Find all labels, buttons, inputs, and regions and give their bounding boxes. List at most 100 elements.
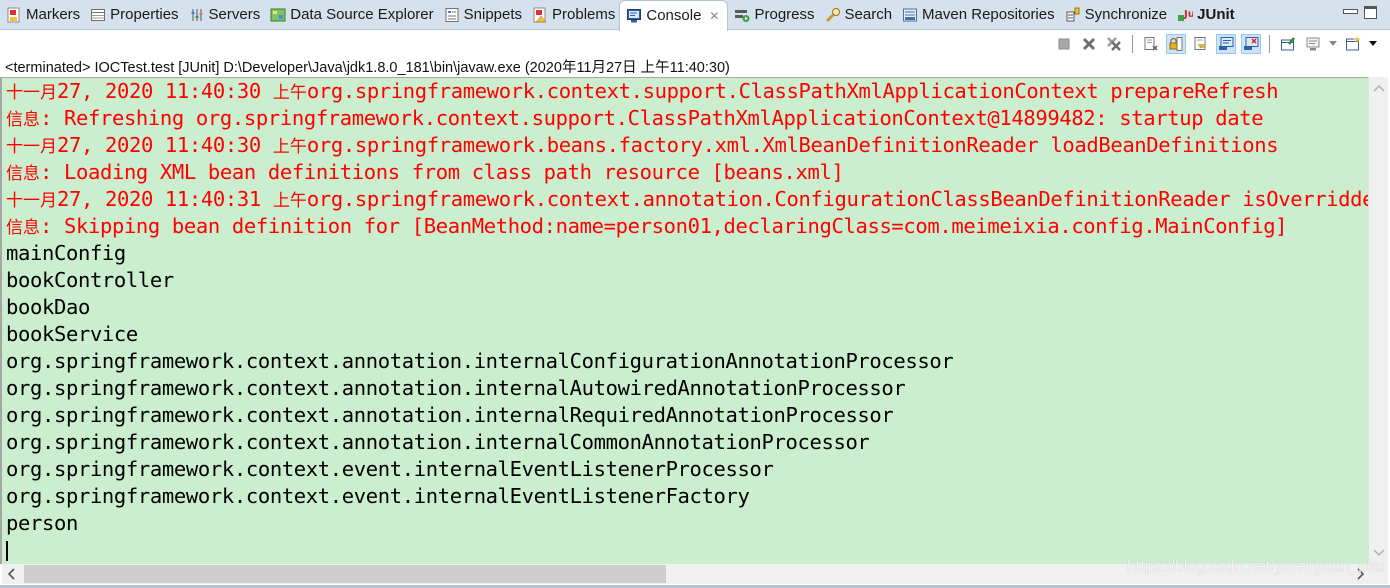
- tab-properties[interactable]: Properties: [84, 0, 182, 30]
- log-text: mainConfig: [6, 241, 126, 265]
- synchronize-icon: [1065, 7, 1081, 23]
- log-text: 27, 2020 11:40:30: [57, 133, 273, 157]
- display-console-dropdown[interactable]: [1328, 34, 1338, 54]
- console-line-stderr: 信息: Loading XML bean definitions from cl…: [2, 159, 1368, 186]
- tab-label: Synchronize: [1084, 6, 1168, 23]
- scroll-lock-button[interactable]: [1166, 34, 1186, 54]
- clear-console-icon: [1144, 37, 1158, 51]
- console-line-stdout: bookController: [2, 267, 1368, 294]
- tab-synchronize[interactable]: Synchronize: [1059, 0, 1172, 30]
- log-text: org.springframework.context.annotation.i…: [6, 430, 870, 454]
- console-output[interactable]: 十一月 27, 2020 11:40:30 上午 org.springframewo…: [0, 77, 1368, 564]
- snippets-icon: [444, 7, 460, 23]
- remove-all-icon: [1107, 37, 1121, 51]
- display-selected-console-button[interactable]: [1303, 34, 1323, 54]
- progress-icon: [734, 7, 750, 23]
- tab-servers[interactable]: Servers: [183, 0, 265, 30]
- tab-problems[interactable]: Problems: [526, 0, 619, 30]
- tab-label: Markers: [26, 6, 81, 23]
- toolbar-separator: [1269, 35, 1270, 53]
- log-text: bookDao: [6, 295, 90, 319]
- console-input-line[interactable]: [2, 537, 1368, 564]
- console-toolbar: [1054, 33, 1378, 55]
- log-prefix: 十一月: [6, 83, 57, 103]
- show-stderr-icon: [1244, 37, 1259, 50]
- maven-repositories-icon: [902, 7, 918, 23]
- stop-icon: [1058, 38, 1070, 50]
- console-line-stdout: org.springframework.context.annotation.i…: [2, 402, 1368, 429]
- scroll-left-arrow-icon[interactable]: [2, 564, 20, 584]
- log-ampm: 上午: [272, 137, 307, 157]
- clear-console-button[interactable]: [1141, 34, 1161, 54]
- console-line-stderr: 十一月27, 2020 11:40:30 上午org.springframewo…: [2, 132, 1368, 159]
- problems-icon: [532, 7, 548, 23]
- chevron-down-icon: [1369, 41, 1377, 46]
- horizontal-scrollbar[interactable]: [2, 564, 1388, 584]
- open-console-button[interactable]: [1343, 34, 1363, 54]
- tab-label: JUnit: [1197, 6, 1235, 23]
- markers-icon: [6, 7, 22, 23]
- log-text: person: [6, 511, 78, 535]
- tab-label: Search: [844, 6, 893, 23]
- tab-markers[interactable]: Markers: [0, 0, 84, 30]
- scroll-up-arrow-icon[interactable]: [1369, 79, 1389, 97]
- scroll-down-arrow-icon[interactable]: [1369, 544, 1389, 562]
- properties-icon: [90, 7, 106, 23]
- minimize-view-button[interactable]: [1343, 6, 1358, 18]
- console-line-stderr: 十一月27, 2020 11:40:30 上午org.springframewo…: [2, 78, 1368, 105]
- log-text: org.springframework.context.annotation.i…: [6, 376, 906, 400]
- pin-icon: [1281, 37, 1295, 51]
- tab-label: Data Source Explorer: [290, 6, 434, 23]
- tab-search[interactable]: Search: [819, 0, 897, 30]
- close-tab-icon[interactable]: ✕: [709, 9, 719, 23]
- toolbar-separator: [1132, 35, 1133, 53]
- show-console-on-stderr-button[interactable]: [1241, 34, 1261, 54]
- log-prefix: 十一月: [6, 191, 57, 211]
- console-line-stdout: org.springframework.context.annotation.i…: [2, 375, 1368, 402]
- tab-label: Problems: [552, 6, 616, 23]
- show-stdout-icon: [1219, 37, 1234, 50]
- log-ampm: 上午: [272, 83, 307, 103]
- tab-progress[interactable]: Progress: [728, 0, 818, 30]
- log-text: org.springframework.context.annotation.i…: [6, 403, 894, 427]
- tab-maven-repositories[interactable]: Maven Repositories: [896, 0, 1059, 30]
- tab-junit[interactable]: Ju JUnit: [1171, 0, 1239, 30]
- tab-label: Snippets: [463, 6, 523, 23]
- remove-launch-button[interactable]: [1079, 34, 1099, 54]
- search-icon: [825, 7, 841, 23]
- text-cursor: [6, 541, 8, 561]
- scroll-lock-icon: [1169, 37, 1183, 51]
- console-line-stdout: bookService: [2, 321, 1368, 348]
- remove-all-terminated-button[interactable]: [1104, 34, 1124, 54]
- new-console-icon: [1346, 36, 1361, 51]
- terminate-button[interactable]: [1054, 34, 1074, 54]
- log-text: 27, 2020 11:40:31: [57, 187, 273, 211]
- log-message: org.springframework.context.annotation.C…: [306, 187, 1368, 211]
- console-line-stderr: 十一月27, 2020 11:40:31 上午org.springframewo…: [2, 186, 1368, 213]
- word-wrap-icon: [1194, 37, 1206, 50]
- tab-snippets[interactable]: Snippets: [438, 0, 526, 30]
- console-lines: 十一月 27, 2020 11:40:30 上午 org.springframewo…: [2, 78, 1368, 564]
- open-console-dropdown[interactable]: [1368, 34, 1378, 54]
- tab-data-source-explorer[interactable]: Data Source Explorer: [264, 0, 437, 30]
- chevron-down-icon: [1329, 41, 1337, 46]
- vertical-scrollbar[interactable]: [1368, 77, 1388, 564]
- console-line-stdout: org.springframework.context.annotation.i…: [2, 429, 1368, 456]
- maximize-view-button[interactable]: [1364, 6, 1377, 19]
- console-line-stdout: org.springframework.context.event.intern…: [2, 456, 1368, 483]
- tab-label: Progress: [754, 6, 815, 23]
- log-text: org.springframework.context.annotation.i…: [6, 349, 954, 373]
- word-wrap-button[interactable]: [1191, 34, 1211, 54]
- log-text: : Refreshing org.springframework.context…: [40, 106, 1264, 130]
- console-line-stdout: bookDao: [2, 294, 1368, 321]
- scroll-right-arrow-icon[interactable]: [1352, 564, 1370, 584]
- view-tab-bar: Markers Properties Servers Data Source E…: [0, 0, 1390, 31]
- horizontal-scroll-thumb[interactable]: [24, 565, 666, 583]
- pin-console-button[interactable]: [1278, 34, 1298, 54]
- junit-icon: Ju: [1177, 7, 1193, 23]
- servers-icon: [189, 7, 205, 23]
- remove-icon: [1082, 37, 1096, 51]
- data-source-explorer-icon: [270, 7, 286, 23]
- tab-console[interactable]: Console ✕: [619, 0, 729, 31]
- show-console-on-stdout-button[interactable]: [1216, 34, 1236, 54]
